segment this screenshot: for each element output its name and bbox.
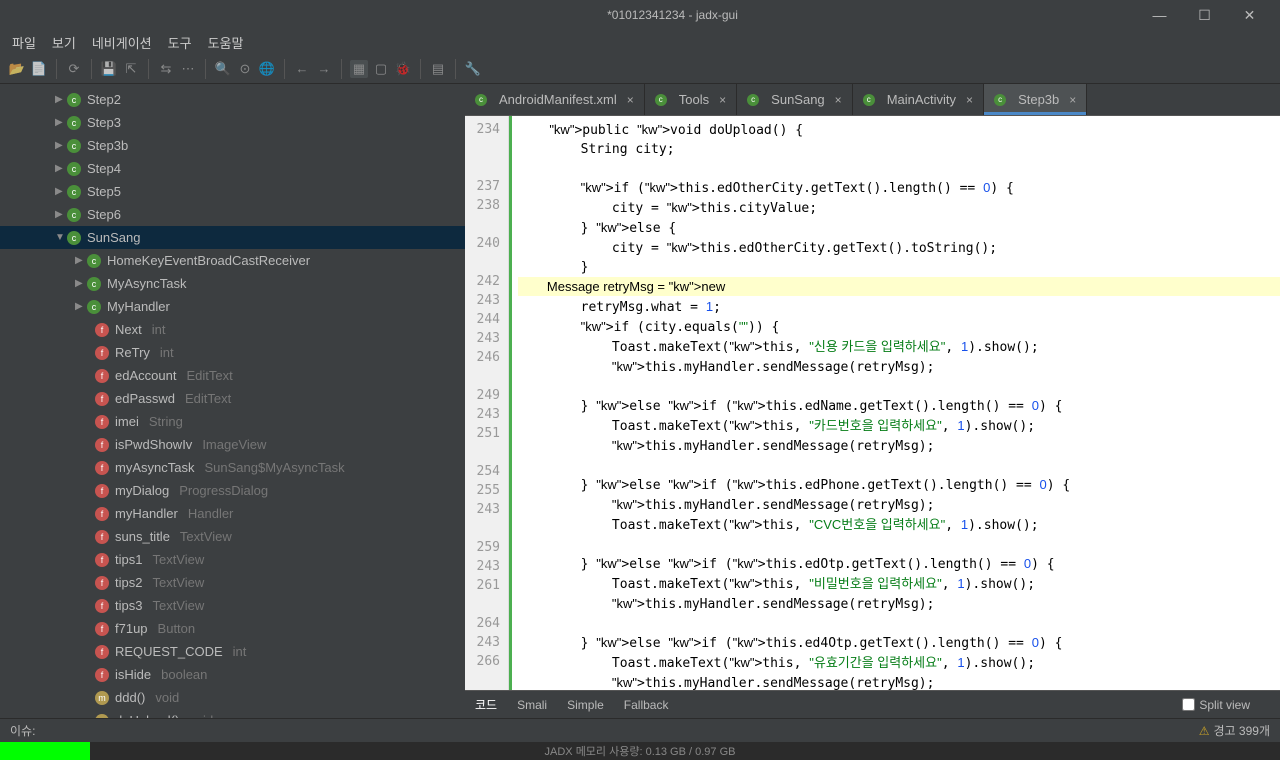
folder-open-icon[interactable]: 📂 bbox=[8, 60, 26, 78]
tree-member-f71up[interactable]: ff71upButton bbox=[0, 617, 465, 640]
tree-member-Next[interactable]: fNextint bbox=[0, 318, 465, 341]
add-file-icon[interactable]: 📄 bbox=[30, 60, 48, 78]
tree-member-edPasswd[interactable]: fedPasswdEditText bbox=[0, 387, 465, 410]
tab-SunSang[interactable]: cSunSang× bbox=[737, 84, 853, 115]
tab-fallback[interactable]: Fallback bbox=[624, 698, 669, 712]
refresh-icon[interactable]: ⟳ bbox=[65, 60, 83, 78]
menu-help[interactable]: 도움말 bbox=[200, 31, 252, 54]
tree-member-myHandler[interactable]: fmyHandlerHandler bbox=[0, 502, 465, 525]
tree-member-suns_title[interactable]: fsuns_titleTextView bbox=[0, 525, 465, 548]
menu-nav[interactable]: 네비게이션 bbox=[84, 31, 160, 54]
memory-progress bbox=[0, 742, 90, 760]
status-warnings[interactable]: ⚠경고 399개 bbox=[1199, 722, 1270, 739]
bug-icon[interactable]: 🐞 bbox=[394, 60, 412, 78]
class-tree[interactable]: ▶ cStep2▶ cStep3▶ cStep3b▶ cStep4▶ cStep… bbox=[0, 84, 465, 718]
tree-member-edAccount[interactable]: fedAccountEditText bbox=[0, 364, 465, 387]
code-editor[interactable]: "kw">public "kw">void doUpload() { Strin… bbox=[509, 116, 1280, 690]
tree-class-Step3b[interactable]: ▶ cStep3b bbox=[0, 134, 465, 157]
tab-Step3b[interactable]: cStep3b× bbox=[984, 84, 1087, 115]
deobf-icon[interactable]: ▢ bbox=[372, 60, 390, 78]
tree-member-ddd()[interactable]: mddd()void bbox=[0, 686, 465, 709]
tree-member-REQUEST_CODE[interactable]: fREQUEST_CODEint bbox=[0, 640, 465, 663]
tab-smali[interactable]: Smali bbox=[517, 698, 547, 712]
titlebar: *01012341234 - jadx-gui — ☐ ✕ bbox=[0, 0, 1280, 30]
split-view-checkbox[interactable]: Split view bbox=[1182, 698, 1250, 712]
forward-icon[interactable]: → bbox=[315, 60, 333, 78]
sync-icon[interactable]: ⇆ bbox=[157, 60, 175, 78]
tab-simple[interactable]: Simple bbox=[567, 698, 604, 712]
window-title: *01012341234 - jadx-gui bbox=[208, 8, 1137, 22]
tab-MainActivity[interactable]: cMainActivity× bbox=[853, 84, 984, 115]
tab-Tools[interactable]: cTools× bbox=[645, 84, 737, 115]
wrench-icon[interactable]: 🔧 bbox=[464, 60, 482, 78]
close-button[interactable]: ✕ bbox=[1227, 0, 1272, 30]
tree-class-SunSang[interactable]: ▼ cSunSang bbox=[0, 226, 465, 249]
menubar: 파일 보기 네비게이션 도구 도움말 bbox=[0, 30, 1280, 54]
tree-class-MyHandler[interactable]: ▶ cMyHandler bbox=[0, 295, 465, 318]
tab-AndroidManifest.xml[interactable]: cAndroidManifest.xml× bbox=[465, 84, 645, 115]
search-icon[interactable]: 🔍 bbox=[214, 60, 232, 78]
log-icon[interactable]: ▤ bbox=[429, 60, 447, 78]
debug-icon[interactable]: ▦ bbox=[350, 60, 368, 78]
statusbar: 이슈: ⚠경고 399개 bbox=[0, 718, 1280, 742]
tree-member-tips2[interactable]: ftips2TextView bbox=[0, 571, 465, 594]
tree-member-myAsyncTask[interactable]: fmyAsyncTaskSunSang$MyAsyncTask bbox=[0, 456, 465, 479]
toolbar: 📂 📄 ⟳ 💾 ⇱ ⇆ ⋯ 🔍 ⊙ 🌐 ← → ▦ ▢ 🐞 ▤ 🔧 bbox=[0, 54, 1280, 84]
close-icon[interactable]: × bbox=[835, 93, 842, 107]
maximize-button[interactable]: ☐ bbox=[1182, 0, 1227, 30]
memory-bar: JADX 메모리 사용량: 0.13 GB / 0.97 GB bbox=[0, 742, 1280, 760]
gutter: 234 237238 240 242243244243246 249243251… bbox=[465, 116, 509, 690]
tree-member-imei[interactable]: fimeiString bbox=[0, 410, 465, 433]
close-icon[interactable]: × bbox=[719, 93, 726, 107]
tree-class-HomeKeyEventBroadCastReceiver[interactable]: ▶ cHomeKeyEventBroadCastReceiver bbox=[0, 249, 465, 272]
tree-member-isPwdShowIv[interactable]: fisPwdShowIvImageView bbox=[0, 433, 465, 456]
editor-bottom-tabs: 코드 Smali Simple Fallback Split view bbox=[465, 690, 1280, 718]
close-icon[interactable]: × bbox=[966, 93, 973, 107]
close-icon[interactable]: × bbox=[627, 93, 634, 107]
tree-class-Step3[interactable]: ▶ cStep3 bbox=[0, 111, 465, 134]
more-icon[interactable]: ⋯ bbox=[179, 60, 197, 78]
tree-class-Step5[interactable]: ▶ cStep5 bbox=[0, 180, 465, 203]
editor-tabs: cAndroidManifest.xml×cTools×cSunSang×cMa… bbox=[465, 84, 1280, 116]
sidebar: ▶ cStep2▶ cStep3▶ cStep3b▶ cStep4▶ cStep… bbox=[0, 84, 465, 718]
close-icon[interactable]: × bbox=[1069, 93, 1076, 107]
menu-view[interactable]: 보기 bbox=[44, 31, 84, 54]
tree-member-ReTry[interactable]: fReTryint bbox=[0, 341, 465, 364]
globe-icon[interactable]: 🌐 bbox=[258, 60, 276, 78]
save-icon[interactable]: 💾 bbox=[100, 60, 118, 78]
tree-class-Step6[interactable]: ▶ cStep6 bbox=[0, 203, 465, 226]
tree-member-isHide[interactable]: fisHideboolean bbox=[0, 663, 465, 686]
export-icon[interactable]: ⇱ bbox=[122, 60, 140, 78]
status-issue-label: 이슈: bbox=[10, 722, 35, 739]
tree-class-Step4[interactable]: ▶ cStep4 bbox=[0, 157, 465, 180]
tree-member-doUpload()[interactable]: mdoUpload()void bbox=[0, 709, 465, 718]
tree-class-MyAsyncTask[interactable]: ▶ cMyAsyncTask bbox=[0, 272, 465, 295]
tree-member-tips1[interactable]: ftips1TextView bbox=[0, 548, 465, 571]
tree-member-myDialog[interactable]: fmyDialogProgressDialog bbox=[0, 479, 465, 502]
tree-member-tips3[interactable]: ftips3TextView bbox=[0, 594, 465, 617]
tab-code[interactable]: 코드 bbox=[475, 696, 497, 713]
menu-file[interactable]: 파일 bbox=[4, 31, 44, 54]
tree-class-Step2[interactable]: ▶ cStep2 bbox=[0, 88, 465, 111]
minimize-button[interactable]: — bbox=[1137, 0, 1182, 30]
back-icon[interactable]: ← bbox=[293, 60, 311, 78]
menu-tools[interactable]: 도구 bbox=[160, 31, 200, 54]
goto-icon[interactable]: ⊙ bbox=[236, 60, 254, 78]
